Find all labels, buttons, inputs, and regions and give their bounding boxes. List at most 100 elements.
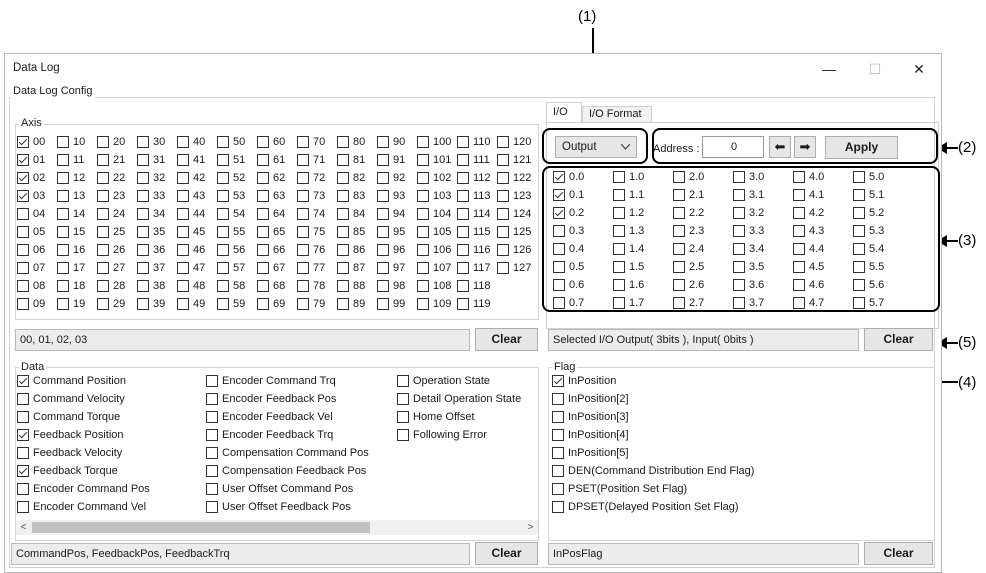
- checkbox-box[interactable]: [853, 279, 865, 291]
- checkbox-box[interactable]: [397, 375, 409, 387]
- checkbox-box[interactable]: [337, 262, 349, 274]
- axis-checkbox-16[interactable]: 16: [57, 243, 85, 257]
- io-bit-checkbox-4.6[interactable]: 4.6: [793, 278, 824, 292]
- checkbox-box[interactable]: [733, 207, 745, 219]
- flag-checkbox-2[interactable]: InPosition[3]: [552, 410, 629, 424]
- checkbox-box[interactable]: [553, 243, 565, 255]
- checkbox-box[interactable]: [853, 171, 865, 183]
- checkbox-box[interactable]: [97, 172, 109, 184]
- axis-checkbox-57[interactable]: 57: [217, 261, 245, 275]
- checkbox-box[interactable]: [397, 411, 409, 423]
- axis-checkbox-84[interactable]: 84: [337, 207, 365, 221]
- axis-checkbox-45[interactable]: 45: [177, 225, 205, 239]
- axis-checkbox-14[interactable]: 14: [57, 207, 85, 221]
- io-bit-checkbox-5.6[interactable]: 5.6: [853, 278, 884, 292]
- checkbox-box[interactable]: [553, 297, 565, 309]
- axis-checkbox-24[interactable]: 24: [97, 207, 125, 221]
- axis-checkbox-66[interactable]: 66: [257, 243, 285, 257]
- checkbox-box[interactable]: [613, 189, 625, 201]
- checkbox-box[interactable]: [97, 154, 109, 166]
- axis-checkbox-34[interactable]: 34: [137, 207, 165, 221]
- checkbox-box[interactable]: [97, 280, 109, 292]
- checkbox-box[interactable]: [417, 154, 429, 166]
- axis-checkbox-15[interactable]: 15: [57, 225, 85, 239]
- axis-checkbox-43[interactable]: 43: [177, 189, 205, 203]
- checkbox-box[interactable]: [673, 243, 685, 255]
- axis-checkbox-89[interactable]: 89: [337, 297, 365, 311]
- checkbox-box[interactable]: [137, 244, 149, 256]
- checkbox-box[interactable]: [57, 262, 69, 274]
- axis-checkbox-31[interactable]: 31: [137, 153, 165, 167]
- axis-checkbox-58[interactable]: 58: [217, 279, 245, 293]
- checkbox-box[interactable]: [793, 225, 805, 237]
- data-checkbox-encoder-feedback-vel[interactable]: Encoder Feedback Vel: [206, 410, 333, 424]
- axis-checkbox-73[interactable]: 73: [297, 189, 325, 203]
- axis-checkbox-60[interactable]: 60: [257, 135, 285, 149]
- io-bit-checkbox-5.4[interactable]: 5.4: [853, 242, 884, 256]
- io-bit-checkbox-0.0[interactable]: 0.0: [553, 170, 584, 184]
- data-checkbox-command-position[interactable]: Command Position: [17, 374, 126, 388]
- scroll-left-arrow[interactable]: <: [16, 520, 31, 535]
- checkbox-box[interactable]: [17, 465, 29, 477]
- checkbox-box[interactable]: [552, 447, 564, 459]
- data-checkbox-user-offset-command-pos[interactable]: User Offset Command Pos: [206, 482, 353, 496]
- checkbox-box[interactable]: [206, 483, 218, 495]
- checkbox-box[interactable]: [457, 262, 469, 274]
- checkbox-box[interactable]: [17, 429, 29, 441]
- minimize-button[interactable]: —: [811, 58, 847, 80]
- axis-checkbox-122[interactable]: 122: [497, 171, 531, 185]
- axis-checkbox-48[interactable]: 48: [177, 279, 205, 293]
- axis-checkbox-51[interactable]: 51: [217, 153, 245, 167]
- checkbox-box[interactable]: [97, 136, 109, 148]
- checkbox-box[interactable]: [57, 208, 69, 220]
- axis-checkbox-121[interactable]: 121: [497, 153, 531, 167]
- io-bit-checkbox-3.4[interactable]: 3.4: [733, 242, 764, 256]
- axis-checkbox-63[interactable]: 63: [257, 189, 285, 203]
- checkbox-box[interactable]: [57, 298, 69, 310]
- flag-checkbox-1[interactable]: InPosition[2]: [552, 392, 629, 406]
- checkbox-box[interactable]: [17, 393, 29, 405]
- axis-checkbox-13[interactable]: 13: [57, 189, 85, 203]
- axis-checkbox-33[interactable]: 33: [137, 189, 165, 203]
- checkbox-box[interactable]: [337, 172, 349, 184]
- checkbox-box[interactable]: [177, 280, 189, 292]
- checkbox-box[interactable]: [497, 226, 509, 238]
- checkbox-box[interactable]: [457, 226, 469, 238]
- checkbox-box[interactable]: [97, 262, 109, 274]
- axis-checkbox-11[interactable]: 11: [57, 153, 84, 167]
- checkbox-box[interactable]: [17, 483, 29, 495]
- checkbox-box[interactable]: [417, 208, 429, 220]
- checkbox-box[interactable]: [137, 172, 149, 184]
- checkbox-box[interactable]: [457, 172, 469, 184]
- axis-checkbox-126[interactable]: 126: [497, 243, 531, 257]
- checkbox-box[interactable]: [217, 172, 229, 184]
- checkbox-box[interactable]: [17, 501, 29, 513]
- checkbox-box[interactable]: [457, 136, 469, 148]
- checkbox-box[interactable]: [553, 225, 565, 237]
- checkbox-box[interactable]: [497, 190, 509, 202]
- axis-checkbox-20[interactable]: 20: [97, 135, 125, 149]
- checkbox-box[interactable]: [417, 136, 429, 148]
- checkbox-box[interactable]: [853, 189, 865, 201]
- io-bit-checkbox-1.2[interactable]: 1.2: [613, 206, 644, 220]
- io-bit-checkbox-1.7[interactable]: 1.7: [613, 296, 644, 310]
- checkbox-box[interactable]: [97, 226, 109, 238]
- checkbox-box[interactable]: [553, 207, 565, 219]
- data-checkbox-feedback-position[interactable]: Feedback Position: [17, 428, 124, 442]
- checkbox-box[interactable]: [673, 261, 685, 273]
- axis-checkbox-97[interactable]: 97: [377, 261, 405, 275]
- checkbox-box[interactable]: [257, 172, 269, 184]
- checkbox-box[interactable]: [57, 244, 69, 256]
- checkbox-box[interactable]: [397, 429, 409, 441]
- axis-checkbox-03[interactable]: 03: [17, 189, 45, 203]
- axis-checkbox-127[interactable]: 127: [497, 261, 531, 275]
- checkbox-box[interactable]: [377, 298, 389, 310]
- io-bit-checkbox-4.4[interactable]: 4.4: [793, 242, 824, 256]
- data-checkbox-command-velocity[interactable]: Command Velocity: [17, 392, 125, 406]
- axis-checkbox-82[interactable]: 82: [337, 171, 365, 185]
- checkbox-box[interactable]: [417, 244, 429, 256]
- checkbox-box[interactable]: [257, 280, 269, 292]
- io-bit-checkbox-3.3[interactable]: 3.3: [733, 224, 764, 238]
- axis-checkbox-90[interactable]: 90: [377, 135, 405, 149]
- checkbox-box[interactable]: [257, 190, 269, 202]
